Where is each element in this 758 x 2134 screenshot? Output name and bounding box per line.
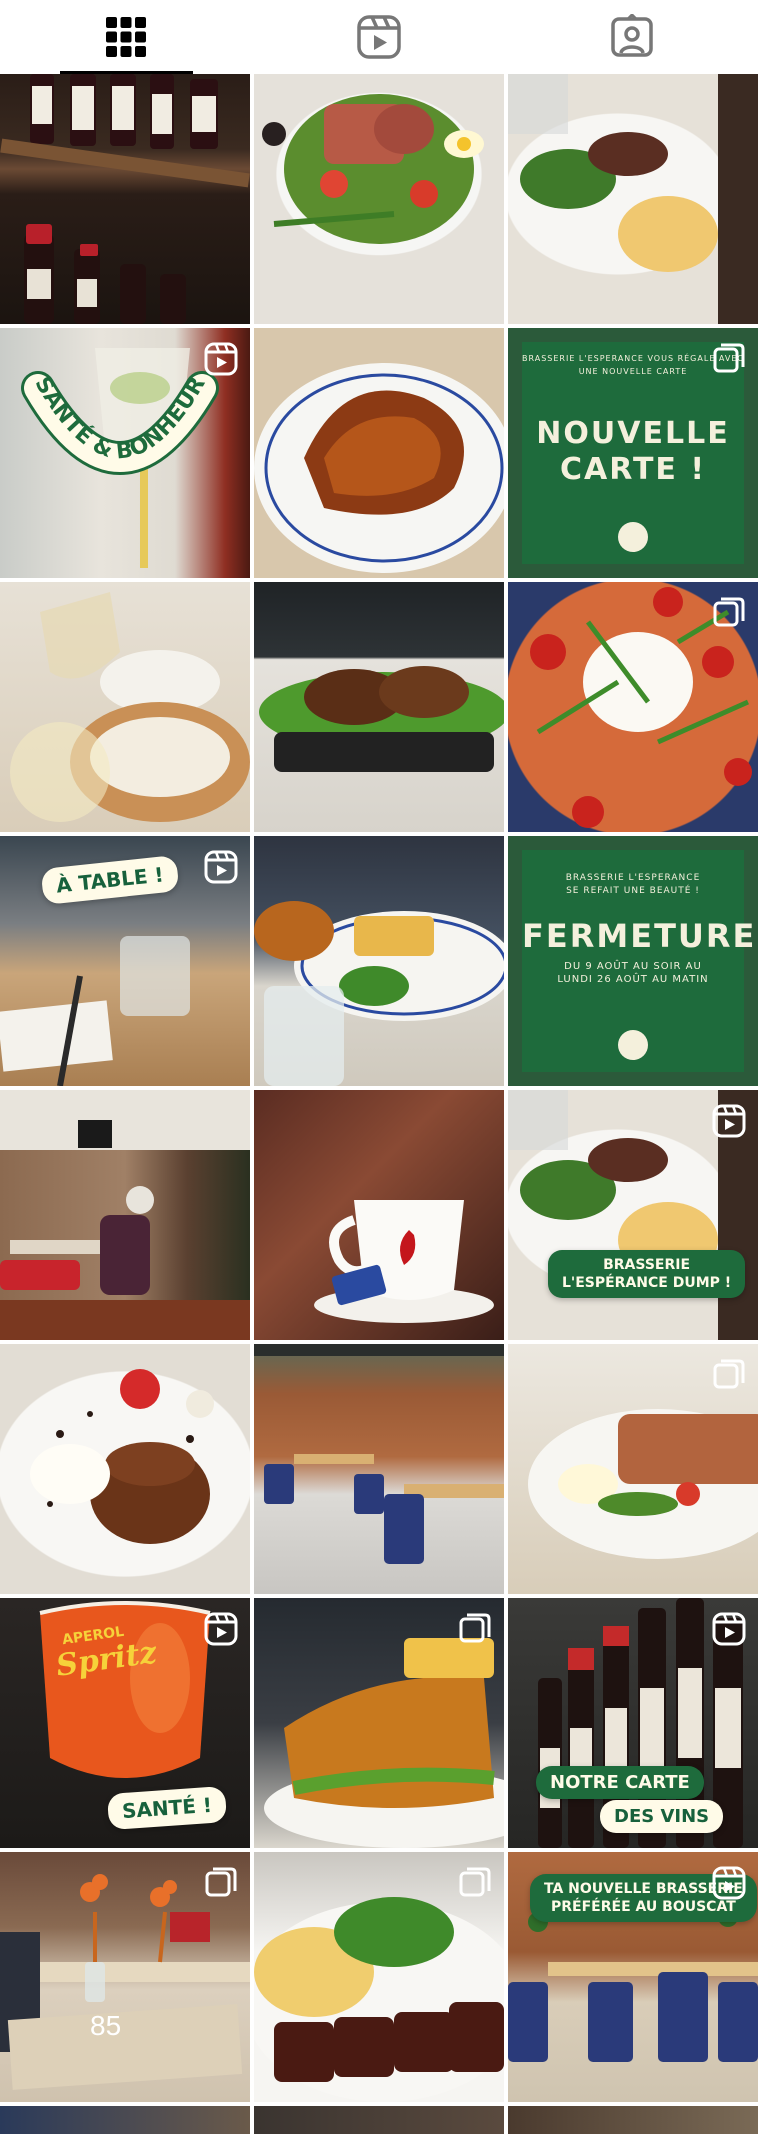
fermeture-title: FERMETURE (522, 917, 757, 955)
tagged-icon (610, 14, 653, 57)
fermeture-dates-1: DU 9 AOÛT AU SOIR AU (564, 961, 702, 972)
coffee-cup-illustration (314, 1200, 494, 1323)
post-carte-vins[interactable]: NOTRE CARTE DES VINS (508, 1598, 758, 1848)
wine-bottles-illustration (0, 74, 250, 324)
post-meat-puree[interactable] (508, 74, 758, 324)
carousel-badge-icon (712, 596, 746, 630)
grid-icon (106, 17, 147, 57)
reel-badge-icon (204, 342, 238, 376)
post-spritz[interactable]: APEROL Spritz SANTÉ ! (0, 1598, 250, 1848)
reel-badge-icon (204, 1612, 238, 1646)
post-fermeture[interactable]: BRASSERIE L'ESPERANCE SE REFAIT UNE BEAU… (508, 836, 758, 1086)
post-tuna-plate[interactable] (508, 1344, 758, 1594)
carousel-badge-icon (458, 1866, 492, 1900)
sante-bonheur-logo: SANTÉ & BONHEUR (21, 371, 219, 475)
meat-puree-illustration (508, 74, 758, 324)
carousel-badge-icon (712, 1358, 746, 1392)
table-number-text: 85 (90, 2010, 122, 2041)
post-sandwich[interactable] (254, 1598, 504, 1848)
fermeture-card: BRASSERIE L'ESPERANCE SE REFAIT UNE BEAU… (522, 850, 757, 1072)
salad-illustration (262, 94, 484, 244)
sante-bonheur-text: SANTÉ & BONHEUR (29, 373, 210, 465)
post-dining-room[interactable] (0, 1090, 250, 1340)
svg-text:SANTÉ & BONHEUR: SANTÉ & BONHEUR (29, 373, 210, 465)
post-steak-puree[interactable] (254, 1852, 504, 2102)
dining-room-illustration (0, 1090, 250, 1340)
post-image (0, 2106, 250, 2134)
post-lava-cake[interactable] (0, 1344, 250, 1594)
brasserie-logo-icon (618, 522, 648, 552)
reel-badge-icon (712, 1612, 746, 1646)
post-tuna-salad[interactable] (254, 74, 504, 324)
post-sante-bonheur[interactable]: SANTÉ & BONHEUR (0, 328, 250, 578)
chicken-salad-illustration (259, 666, 504, 772)
reel-badge-icon (712, 1104, 746, 1138)
reel-badge-icon (712, 1866, 746, 1900)
post-partial-2[interactable] (254, 2106, 504, 2134)
nouvelle-carte-title-2: CARTE ! (559, 452, 707, 487)
tab-tagged[interactable] (505, 0, 758, 74)
post-a-table[interactable]: À TABLE ! (0, 836, 250, 1086)
carousel-badge-icon (712, 342, 746, 376)
dump-label: BRASSERIE L'ESPÉRANCE DUMP ! (548, 1250, 746, 1298)
nouvelle-carte-title-1: NOUVELLE (536, 416, 730, 451)
profile-tab-bar (0, 0, 758, 74)
fermeture-subtitle-2: SE REFAIT UNE BEAUTÉ ! (566, 886, 700, 896)
post-table-85[interactable]: 85 (0, 1852, 250, 2102)
lava-cake-illustration (30, 1369, 214, 1544)
reel-badge-icon (204, 850, 238, 884)
post-wine-shelf[interactable] (0, 74, 250, 324)
tab-posts-grid[interactable] (0, 0, 253, 74)
post-partial-3[interactable] (508, 2106, 758, 2134)
carousel-badge-icon (204, 1866, 238, 1900)
post-nouvelle-carte[interactable]: BRASSERIE L'ESPERANCE VOUS RÉGALE AVEC U… (508, 328, 758, 578)
fermeture-subtitle-1: BRASSERIE L'ESPERANCE (565, 873, 701, 883)
dump-label-line-2: L'ESPÉRANCE DUMP ! (562, 1275, 732, 1291)
post-image (254, 2106, 504, 2134)
post-image (508, 2106, 758, 2134)
post-dump[interactable]: BRASSERIE L'ESPÉRANCE DUMP ! (508, 1090, 758, 1340)
post-coffee[interactable] (254, 1090, 504, 1340)
dump-label-line-1: BRASSERIE (603, 1257, 691, 1273)
carousel-badge-icon (458, 1612, 492, 1646)
brasserie-logo-icon (618, 1030, 648, 1060)
carte-vins-label-1: NOTRE CARTE (536, 1766, 704, 1799)
fermeture-dates-2: LUNDI 26 AOÛT AU MATIN (557, 974, 709, 985)
post-terrace[interactable] (254, 1344, 504, 1594)
crepe-plate-illustration (254, 363, 504, 573)
risotto-illustration (10, 592, 250, 822)
post-glazed-chicken[interactable] (254, 582, 504, 832)
terrace-illustration (254, 1344, 504, 1564)
post-bouscat[interactable]: TA NOUVELLE BRASSERIE PRÉFÉRÉE AU BOUSCA… (508, 1852, 758, 2102)
carte-vins-label-2: DES VINS (600, 1800, 724, 1833)
bouscat-label-line-2: PRÉFÉRÉE AU BOUSCAT (551, 1899, 736, 1915)
post-burger-fries[interactable] (254, 836, 504, 1086)
post-crepe[interactable] (254, 328, 504, 578)
post-risotto[interactable] (0, 582, 250, 832)
reels-icon (357, 15, 401, 59)
tab-reels[interactable] (253, 0, 506, 74)
burger-illustration (254, 901, 504, 1086)
nouvelle-carte-card: BRASSERIE L'ESPERANCE VOUS RÉGALE AVEC U… (522, 342, 744, 564)
post-partial-1[interactable] (0, 2106, 250, 2134)
nouvelle-carte-subtitle: BRASSERIE L'ESPERANCE VOUS RÉGALE AVEC U… (522, 354, 744, 376)
post-gazpacho[interactable] (508, 582, 758, 832)
